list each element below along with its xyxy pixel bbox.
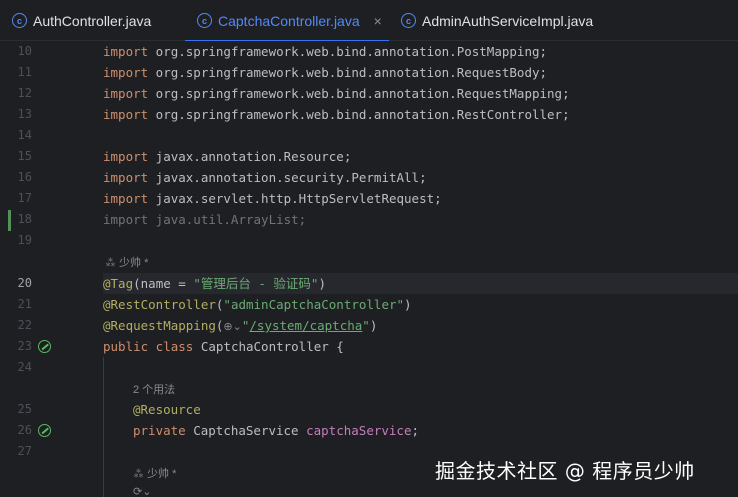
code-line: import org.springframework.web.bind.anno…: [103, 65, 548, 80]
line-number: 10: [17, 44, 32, 58]
code-line-unused-import: import java.util.ArrayList;: [103, 212, 307, 227]
line-number: 14: [17, 128, 32, 142]
java-class-icon: c: [401, 13, 416, 28]
inlay-usages-hint[interactable]: 2 个用法: [103, 378, 738, 399]
code-line: public class CaptchaController {: [103, 339, 344, 354]
spring-bean-icon[interactable]: [38, 424, 51, 437]
editor-tab-bar: c AuthController.java c CaptchaControlle…: [0, 0, 738, 42]
code-line: import org.springframework.web.bind.anno…: [103, 44, 548, 59]
java-class-icon: c: [197, 13, 212, 28]
globe-icon[interactable]: ⊕⌄: [223, 321, 241, 333]
line-number: 20: [17, 276, 32, 290]
line-number: 16: [17, 170, 32, 184]
code-line: private CaptchaService captchaService;: [133, 423, 419, 438]
line-number: 11: [17, 65, 32, 79]
tab-label: AdminAuthServiceImpl.java: [422, 12, 594, 29]
code-line: import org.springframework.web.bind.anno…: [103, 107, 570, 122]
code-line: import javax.servlet.http.HttpServletReq…: [103, 191, 442, 206]
line-number: 27: [17, 444, 32, 458]
tab-admin-auth-service-impl[interactable]: c AdminAuthServiceImpl.java: [389, 0, 609, 41]
code-line: @RequestMapping(⊕⌄"/system/captcha"): [103, 318, 378, 333]
line-number: 22: [17, 318, 32, 332]
line-number: 24: [17, 360, 32, 374]
code-editor[interactable]: 10 11 12 13 14 15 16 17 18 19 20 21 22 2…: [0, 41, 738, 497]
line-number: 13: [17, 107, 32, 121]
line-number: 18: [17, 212, 32, 226]
spring-bean-icon[interactable]: [38, 340, 51, 353]
close-icon[interactable]: ×: [374, 13, 382, 29]
code-line: import javax.annotation.security.PermitA…: [103, 170, 427, 185]
code-line: @RestController("adminCaptchaController"…: [103, 297, 412, 312]
tab-label: CaptchaController.java: [218, 12, 360, 29]
line-number: 25: [17, 402, 32, 416]
code-line: import org.springframework.web.bind.anno…: [103, 86, 570, 101]
line-number-gutter[interactable]: 10 11 12 13 14 15 16 17 18 19 20 21 22 2…: [0, 41, 103, 497]
line-number: 23: [17, 339, 32, 353]
url-link[interactable]: /system/captcha: [249, 318, 362, 333]
line-number: 21: [17, 297, 32, 311]
inlay-author-hint[interactable]: ⁂ 少帅 *: [103, 251, 738, 272]
code-line: @Tag(name = "管理后台 - 验证码"): [103, 276, 326, 291]
code-area[interactable]: import org.springframework.web.bind.anno…: [103, 41, 738, 497]
watermark: 掘金技术社区 @ 程序员少帅: [435, 459, 695, 483]
code-line: import javax.annotation.Resource;: [103, 149, 352, 164]
tab-captcha-controller[interactable]: c CaptchaController.java ×: [185, 0, 389, 42]
line-number: 26: [17, 423, 32, 437]
tab-label: AuthController.java: [33, 12, 152, 29]
line-number: 17: [17, 191, 32, 205]
line-number: 19: [17, 233, 32, 247]
java-class-icon: c: [12, 13, 27, 28]
line-number: 15: [17, 149, 32, 163]
tab-auth-controller[interactable]: c AuthController.java: [0, 0, 185, 41]
line-number: 12: [17, 86, 32, 100]
code-line: @Resource: [133, 402, 201, 417]
